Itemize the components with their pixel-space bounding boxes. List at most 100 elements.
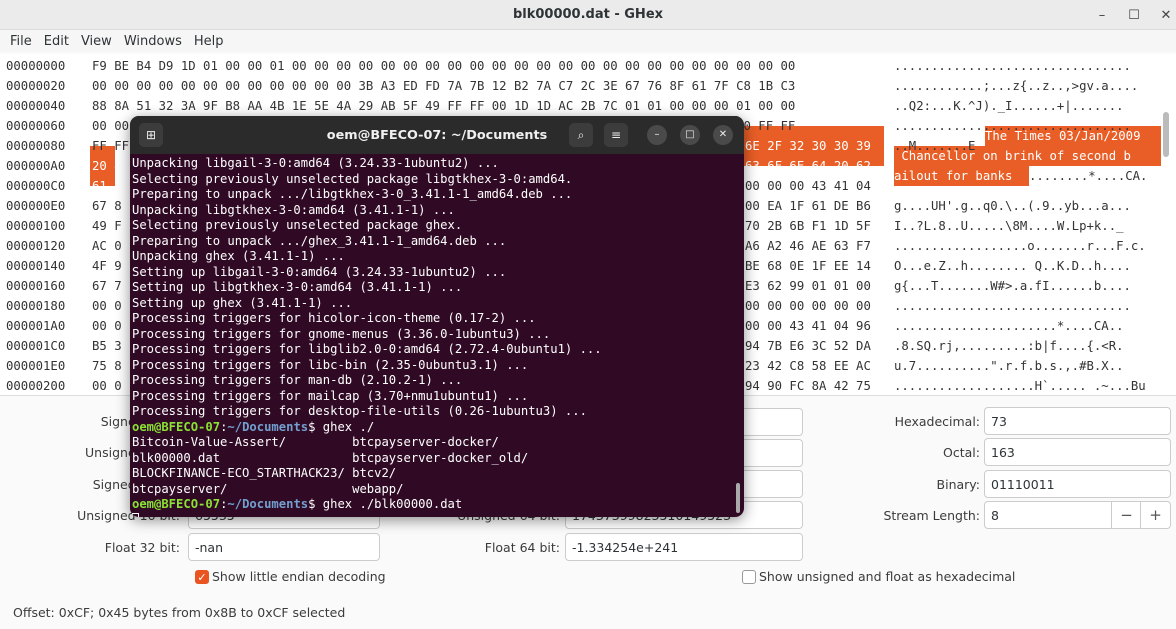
decrement-button[interactable]: −	[1111, 501, 1141, 529]
hex-bytes[interactable]: 63 6F 6E 64 20 62	[745, 156, 871, 176]
selected-ascii-line: ailout for banks	[894, 169, 1013, 183]
hex-bytes[interactable]: FF FF	[92, 136, 129, 156]
hex-offset: 00000100	[6, 219, 66, 233]
hex-ascii[interactable]: ..Q2:...K.^J)._I......+|.......	[894, 96, 1124, 116]
hex-bytes[interactable]: 70 2B 6B F1 1D 5F	[745, 216, 871, 236]
hex-bytes[interactable]: 67 8	[92, 196, 122, 216]
terminal-text: Processing triggers for hicolor-icon-the…	[132, 311, 536, 325]
signed64-field[interactable]	[740, 470, 803, 498]
terminal-line: Processing triggers for hicolor-icon-the…	[132, 311, 732, 327]
terminal-text: Processing triggers for libglib2.0-0:amd…	[132, 342, 602, 356]
new-tab-icon[interactable]: ⊞	[139, 123, 163, 147]
minimize-icon[interactable]: –	[1086, 8, 1118, 23]
hex-offset: 00000200	[6, 379, 66, 393]
terminal-line: Preparing to unpack .../libgtkhex-3-0_3.…	[132, 187, 732, 203]
hex-ascii[interactable]: ................................	[894, 296, 1131, 316]
hex-offset: 00000080	[6, 139, 66, 153]
hex-bytes[interactable]: 75 8	[92, 356, 122, 376]
terminal-line: Unpacking ghex (3.41.1-1) ...	[132, 249, 732, 265]
terminal-text: Processing triggers for gnome-menus (3.3…	[132, 326, 551, 341]
hex-bytes[interactable]: 49 F	[92, 216, 122, 236]
prompt-path: ~/Documents	[227, 497, 309, 511]
hex-bytes[interactable]: 00 0	[92, 316, 122, 336]
hex-bytes[interactable]: 61 6	[92, 176, 122, 196]
hex-ascii[interactable]: ............;...z{..z..,>gv.a....	[894, 76, 1138, 96]
hex-ascii[interactable]: .8.SQ.rj,.........:b|f....{.<R.	[894, 336, 1124, 356]
maximize-icon[interactable]: ☐	[1118, 8, 1150, 23]
hex-bytes[interactable]: 00 EA 1F 61 DE B6	[745, 196, 871, 216]
menu-view[interactable]: View	[75, 34, 118, 49]
hex-ascii[interactable]: I..?L.8..U.....\8M....W.Lp+k.._	[894, 216, 1124, 236]
close-icon[interactable]: ✕	[713, 125, 733, 145]
terminal-text: btcpayserver/ webapp/	[132, 481, 404, 496]
binary-field[interactable]: 01110011	[984, 470, 1171, 498]
hexadecimal-field[interactable]: 73	[984, 407, 1171, 435]
search-icon[interactable]: ⌕	[569, 123, 593, 147]
hex-ascii[interactable]: ................................	[894, 56, 1131, 76]
terminal-line: Preparing to unpack .../ghex_3.41.1-1_am…	[132, 234, 732, 250]
terminal-line: BLOCKFINANCE-ECO_STARTHACK23/ btcv2/	[132, 466, 732, 482]
increment-button[interactable]: +	[1140, 501, 1170, 529]
terminal-window[interactable]: ⊞ oem@BFECO-07: ~/Documents ⌕ ≡ – □ ✕ Un…	[130, 116, 744, 517]
hex-offset: 000001C0	[6, 339, 66, 353]
hex-offset: 00000140	[6, 259, 66, 273]
hex-ascii[interactable]: g{...T.......W#>.a.fI......b....	[894, 276, 1131, 296]
terminal-text: BLOCKFINANCE-ECO_STARTHACK23/ btcv2/	[132, 466, 397, 480]
unsigned-hex-checkbox[interactable]	[742, 570, 756, 584]
terminal-text: Preparing to unpack .../ghex_3.41.1-1_am…	[132, 233, 507, 248]
hex-bytes[interactable]: 6E 2F 32 30 30 39	[745, 136, 871, 156]
hex-bytes[interactable]: B5 3	[92, 336, 122, 356]
hex-bytes[interactable]: E3 62 99 01 01 00	[745, 276, 871, 296]
hex-offset: 000001A0	[6, 319, 66, 333]
hex-bytes[interactable]: 00 00 43 41 04 96	[745, 316, 871, 336]
window-controls: – ☐ ✕	[1086, 0, 1176, 30]
hamburger-menu-icon[interactable]: ≡	[604, 123, 628, 147]
terminal-line: Processing triggers for desktop-file-uti…	[132, 404, 732, 420]
float64-field[interactable]: -1.334254e+241	[565, 533, 803, 561]
hex-bytes[interactable]: AC 0	[92, 236, 122, 256]
menu-file[interactable]: File	[4, 34, 38, 49]
maximize-icon[interactable]: □	[680, 125, 700, 145]
menu-edit[interactable]: Edit	[38, 34, 75, 49]
hex-ascii[interactable]: g....UH'.g..q0.\..(.9..yb...a...	[894, 196, 1131, 216]
stream-length-value: 8	[991, 508, 999, 523]
menu-windows[interactable]: Windows	[118, 34, 188, 49]
stream-length-spin[interactable]: 8 − +	[984, 501, 1171, 529]
hex-scrollbar[interactable]	[1163, 112, 1169, 157]
hex-bytes[interactable]: 88 8A 51 32 3A 9F B8 AA 4B 1E 5E 4A 29 A…	[92, 96, 795, 116]
selected-ascii-line: The Times 03/Jan/2009	[985, 129, 1141, 143]
hex-ascii[interactable]: u.7..........".r.f.b.s.,.#B.X..	[894, 356, 1124, 376]
hex-bytes[interactable]: 94 90 FC 8A 42 75	[745, 376, 871, 395]
menu-help[interactable]: Help	[188, 34, 230, 49]
hex-ascii[interactable]: ......................*....CA..	[894, 316, 1124, 336]
hex-bytes[interactable]: 00 00 00 43 41 04	[745, 176, 871, 196]
hex-bytes[interactable]: A6 A2 46 AE 63 F7	[745, 236, 871, 256]
terminal-text: Setting up libgail-3-0:amd64 (3.24.33-1u…	[132, 264, 507, 279]
hex-bytes[interactable]: BE 68 0E 1F EE 14	[745, 256, 871, 276]
hex-ascii[interactable]: ..................o.......r...F.c.	[894, 236, 1146, 256]
hex-bytes[interactable]: 00 0	[92, 296, 122, 316]
float32-field[interactable]: -nan	[188, 533, 380, 561]
hex-bytes[interactable]: 00 00 00 00 00 00 00 00 00 00 00 00 3B A…	[92, 76, 795, 96]
hex-bytes[interactable]: F9 BE B4 D9 1D 01 00 00 01 00 00 00 00 0…	[92, 56, 795, 76]
hex-offset: 000000C0	[6, 179, 66, 193]
float32-label: Float 32 bit:	[104, 540, 180, 555]
close-icon[interactable]: ✕	[1150, 8, 1176, 23]
hex-bytes[interactable]: 23 42 C8 58 EE AC	[745, 356, 871, 376]
terminal-scrollbar[interactable]	[736, 483, 740, 513]
little-endian-checkbox[interactable]: ✓	[195, 570, 209, 584]
unsigned32-field[interactable]	[740, 439, 803, 467]
signed32-field[interactable]	[740, 408, 803, 436]
minimize-icon[interactable]: –	[647, 125, 667, 145]
terminal-text: Processing triggers for mailcap (3.70+nm…	[132, 388, 529, 403]
hex-bytes[interactable]: 00 00 00 00 00 00	[745, 296, 871, 316]
hex-bytes[interactable]: 67 7	[92, 276, 122, 296]
hex-ascii[interactable]: O...e.Z..h........ Q..K.D..h....	[894, 256, 1131, 276]
octal-field[interactable]: 163	[984, 438, 1171, 466]
hex-bytes[interactable]: 94 7B E6 3C 52 DA	[745, 336, 871, 356]
hex-bytes[interactable]: 4F 9	[92, 256, 122, 276]
hex-bytes[interactable]: 20 4	[92, 156, 122, 176]
prompt-user: oem@BFECO-07	[132, 497, 221, 511]
hex-ascii[interactable]: ...................H`..... .~...Bu	[894, 376, 1146, 395]
hex-bytes[interactable]: 00 0	[92, 376, 122, 395]
